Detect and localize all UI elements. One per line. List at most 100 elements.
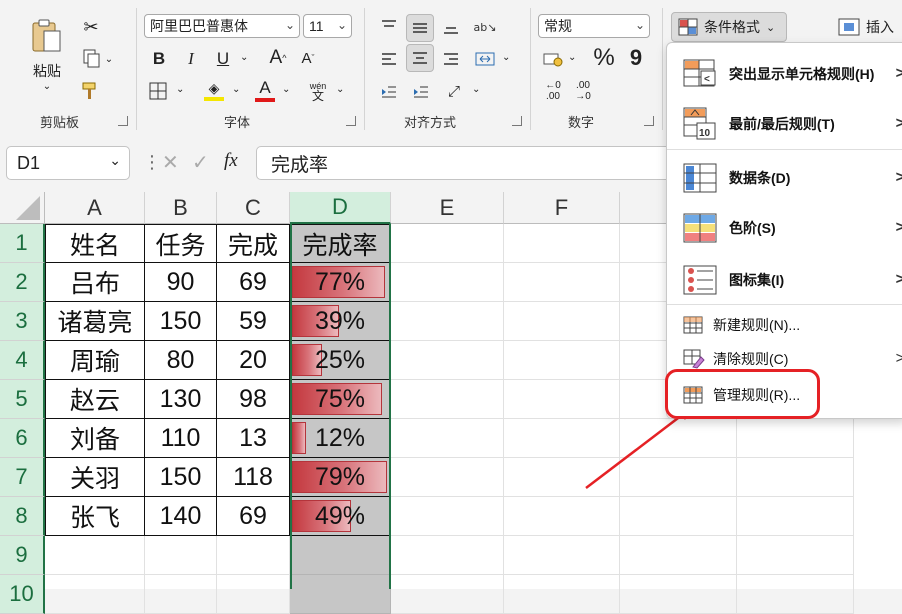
table-header-cell[interactable]: 姓名 [45,224,145,263]
decrease-decimal-button[interactable]: .00 →0 [570,78,596,104]
table-cell[interactable]: 150 [145,458,217,497]
underline-button[interactable]: U [212,48,234,70]
table-header-cell[interactable]: 完成率 [290,224,391,263]
empty-cell[interactable] [391,380,504,419]
table-cell[interactable]: 110 [145,419,217,458]
table-cell[interactable]: 吕布 [45,263,145,302]
table-cell[interactable]: 69 [217,263,290,302]
row-header-7[interactable]: 7 [0,458,45,497]
rate-cell[interactable]: 25% [290,341,391,380]
empty-cell[interactable] [391,497,504,536]
align-left-button[interactable] [376,46,402,72]
column-header-b[interactable]: B [145,192,217,224]
empty-cell[interactable] [737,497,854,536]
orientation-icon[interactable]: ⤢ [440,78,468,104]
chevron-down-icon[interactable]: ⌄ [502,52,510,63]
table-cell[interactable]: 13 [217,419,290,458]
decrease-indent-button[interactable] [376,80,402,104]
table-cell[interactable]: 刘备 [45,419,145,458]
empty-cell[interactable] [391,536,504,575]
empty-cell[interactable] [504,224,620,263]
empty-cell[interactable] [504,497,620,536]
paste-button[interactable]: 粘贴 ⌄ [22,14,72,94]
cancel-icon[interactable]: ✕ [162,150,179,174]
table-cell[interactable]: 诸葛亮 [45,302,145,341]
table-cell[interactable]: 80 [145,341,217,380]
font-launcher-icon[interactable] [346,116,356,126]
chevron-down-icon[interactable]: ⌄ [336,84,344,95]
italic-button[interactable]: I [180,48,202,70]
empty-cell[interactable] [504,536,620,575]
empty-cell[interactable] [504,575,620,614]
more-options-icon[interactable]: ⋮ [143,152,161,173]
column-header-a[interactable]: A [45,192,145,224]
row-header-5[interactable]: 5 [0,380,45,419]
font-size-select[interactable]: 11 ⌄ [303,14,352,38]
empty-cell[interactable] [620,575,737,614]
table-cell[interactable]: 69 [217,497,290,536]
menu-item-highlight-rules[interactable]: < 突出显示单元格规则(H) > [667,49,902,99]
empty-cell[interactable] [391,458,504,497]
conditional-format-button[interactable]: 条件格式 ⌄ [671,12,787,42]
font-name-select[interactable]: 阿里巴巴普惠体 ⌄ [144,14,300,38]
empty-cell[interactable] [737,575,854,614]
align-right-button[interactable] [438,46,464,72]
empty-cell[interactable] [504,302,620,341]
empty-cell[interactable] [45,536,145,575]
table-header-cell[interactable]: 完成 [217,224,290,263]
format-painter-icon[interactable] [78,80,102,102]
chevron-down-icon[interactable]: ⌄ [282,84,290,95]
menu-item-new-rule[interactable]: 新建规则(N)... [667,309,902,341]
row-header-2[interactable]: 2 [0,263,45,302]
table-cell[interactable]: 130 [145,380,217,419]
number-launcher-icon[interactable] [644,116,654,126]
rate-cell[interactable]: 49% [290,497,391,536]
empty-cell[interactable] [391,575,504,614]
empty-cell[interactable] [391,263,504,302]
empty-cell[interactable] [504,341,620,380]
number-format-select[interactable]: 常规 ⌄ [538,14,650,38]
insert-function-icon[interactable]: fx [224,150,238,172]
rate-cell[interactable]: 12% [290,419,391,458]
align-center-button[interactable] [406,44,434,72]
percent-style-button[interactable]: % [590,44,618,72]
cut-icon[interactable]: ✂ [80,16,102,38]
column-header-d[interactable]: D [290,192,391,224]
table-cell[interactable]: 140 [145,497,217,536]
rate-cell[interactable]: 79% [290,458,391,497]
row-header-3[interactable]: 3 [0,302,45,341]
empty-cell[interactable] [391,419,504,458]
copy-button[interactable]: ⌄ [78,48,118,70]
empty-cell[interactable] [391,341,504,380]
empty-cell[interactable] [737,458,854,497]
phonetic-button[interactable]: wén 文 [306,78,330,104]
menu-item-color-scales[interactable]: 色阶(S) > [667,203,902,253]
empty-cell[interactable] [217,575,290,614]
comma-style-button[interactable]: 9 [624,44,648,72]
chevron-down-icon[interactable]: ⌄ [232,84,240,95]
row-header-10[interactable]: 10 [0,575,45,614]
menu-item-top-bottom-rules[interactable]: 10 最前/最后规则(T) > [667,99,902,149]
column-header-e[interactable]: E [391,192,504,224]
empty-cell[interactable] [737,536,854,575]
menu-item-icon-sets[interactable]: 图标集(I) > [667,255,902,305]
empty-cell[interactable] [620,497,737,536]
rate-cell[interactable]: 77% [290,263,391,302]
alignment-launcher-icon[interactable] [512,116,522,126]
row-header-4[interactable]: 4 [0,341,45,380]
table-cell[interactable]: 90 [145,263,217,302]
menu-item-data-bars[interactable]: 数据条(D) > [667,153,902,203]
borders-button[interactable] [146,80,170,102]
bold-button[interactable]: B [148,48,170,70]
chevron-down-icon[interactable]: ⌄ [568,52,576,63]
column-header-c[interactable]: C [217,192,290,224]
table-cell[interactable]: 周瑜 [45,341,145,380]
increase-decimal-button[interactable]: ←0 .00 [540,78,566,104]
chevron-down-icon[interactable]: ⌄ [176,84,184,95]
chevron-down-icon[interactable]: ⌄ [240,52,248,63]
row-header-8[interactable]: 8 [0,497,45,536]
table-header-cell[interactable]: 任务 [145,224,217,263]
row-header-6[interactable]: 6 [0,419,45,458]
table-cell[interactable]: 118 [217,458,290,497]
increase-indent-button[interactable] [408,80,434,104]
